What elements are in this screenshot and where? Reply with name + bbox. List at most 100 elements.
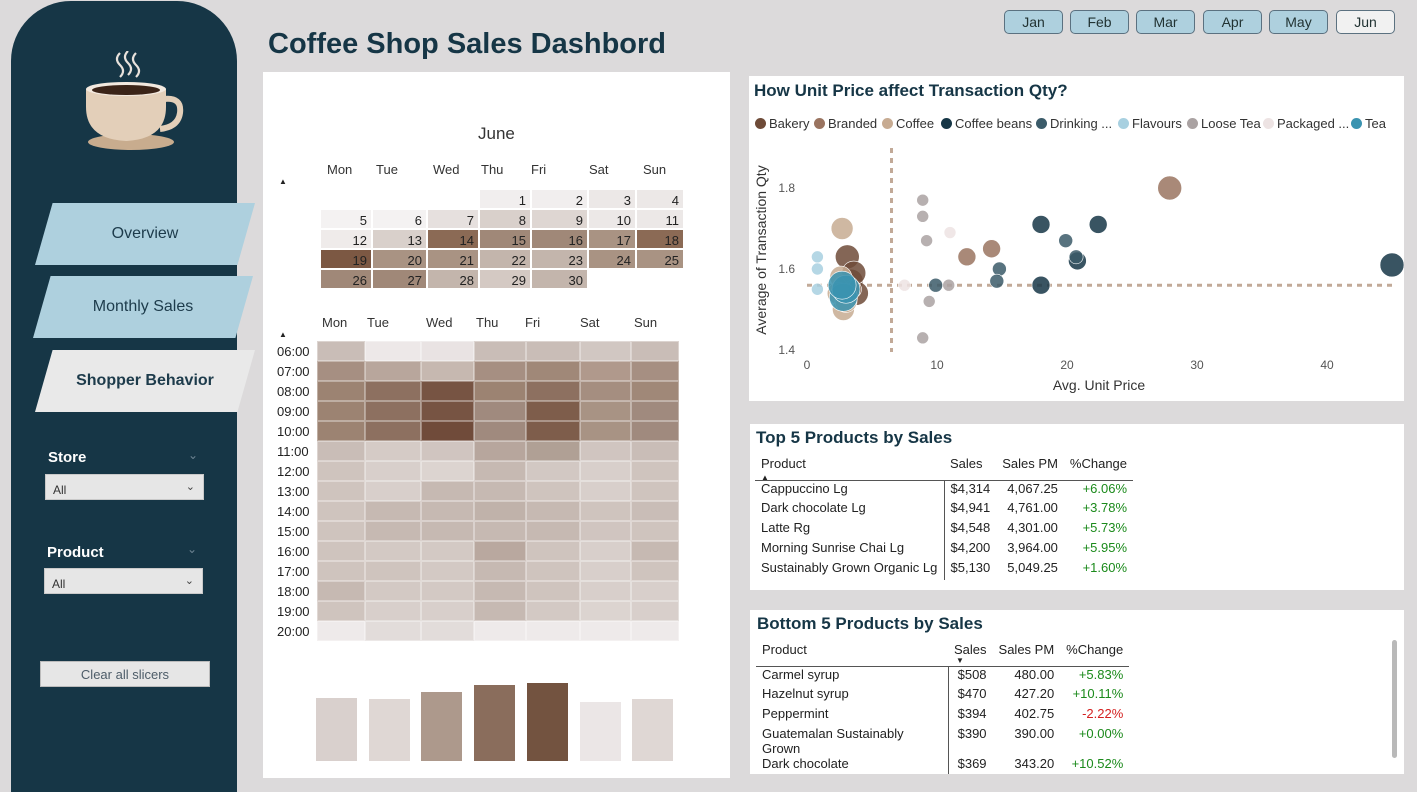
heatmap-cell[interactable] (365, 481, 421, 501)
calendar-day-cell[interactable]: 23 (531, 249, 588, 269)
calendar-day-cell[interactable]: 27 (372, 269, 427, 289)
table-row[interactable]: Sustainably Grown Organic Lg $5,130 5,049.… (755, 560, 1133, 580)
heatmap-cell[interactable] (526, 581, 580, 601)
nav-monthly-sales-button[interactable]: Monthly Sales (33, 276, 253, 338)
calendar-day-cell[interactable]: 24 (588, 249, 636, 269)
scatter-point[interactable] (1031, 275, 1051, 295)
heatmap-cell[interactable] (526, 381, 580, 401)
heatmap-cell[interactable] (526, 341, 580, 361)
legend-item[interactable]: Coffee beans (941, 116, 1032, 131)
month-button-jun[interactable]: Jun (1336, 10, 1395, 34)
heatmap-cell[interactable] (580, 601, 631, 621)
heatmap-cell[interactable] (317, 561, 365, 581)
heatmap-cell[interactable] (580, 581, 631, 601)
scatter-point[interactable] (922, 295, 936, 308)
month-button-mar[interactable]: Mar (1136, 10, 1195, 34)
heatmap-cell[interactable] (631, 501, 679, 521)
heatmap-cell[interactable] (631, 361, 679, 381)
heatmap-cell[interactable] (474, 461, 526, 481)
heatmap-cell[interactable] (421, 421, 474, 441)
scatter-point[interactable] (811, 282, 824, 296)
calendar-day-cell[interactable]: 30 (531, 269, 588, 289)
legend-item[interactable]: Bakery (755, 116, 809, 131)
calendar-day-cell[interactable]: 22 (479, 249, 531, 269)
nav-shopper-behavior-button[interactable]: Shopper Behavior (35, 350, 255, 412)
scatter-point[interactable] (811, 250, 824, 264)
heatmap-cell[interactable] (526, 441, 580, 461)
heatmap-cell[interactable] (526, 541, 580, 561)
scatter-point[interactable] (989, 273, 1005, 289)
calendar-day-cell[interactable]: 4 (636, 189, 684, 209)
heatmap-cell[interactable] (365, 561, 421, 581)
heatmap-cell[interactable] (474, 601, 526, 621)
calendar-day-cell[interactable]: 11 (636, 209, 684, 229)
heatmap-cell[interactable] (365, 501, 421, 521)
weekday-bar[interactable] (316, 698, 357, 761)
heatmap-cell[interactable] (631, 621, 679, 641)
calendar-day-cell[interactable]: 17 (588, 229, 636, 249)
table-row[interactable]: Guatemalan Sustainably Grown $390 390.00 +0… (756, 726, 1129, 756)
heatmap-cell[interactable] (317, 381, 365, 401)
sort-up-icon[interactable]: ▲ (279, 330, 287, 339)
calendar-day-cell[interactable]: 18 (636, 229, 684, 249)
scatter-point[interactable] (898, 278, 911, 292)
heatmap-cell[interactable] (526, 421, 580, 441)
calendar-day-cell[interactable]: 21 (427, 249, 479, 269)
heatmap-cell[interactable] (474, 381, 526, 401)
scatter-point[interactable] (942, 278, 955, 292)
heatmap-cell[interactable] (317, 461, 365, 481)
calendar-day-cell[interactable]: 1 (479, 189, 531, 209)
month-button-apr[interactable]: Apr (1203, 10, 1262, 34)
scatter-point[interactable] (827, 270, 857, 300)
column-header-change[interactable]: %Change (1060, 642, 1129, 666)
column-header-sales[interactable]: Sales (944, 456, 996, 480)
scatter-point[interactable] (920, 234, 933, 247)
product-dropdown[interactable]: All ⌄ (44, 568, 203, 594)
heatmap-cell[interactable] (365, 441, 421, 461)
heatmap-cell[interactable] (526, 601, 580, 621)
heatmap-cell[interactable] (317, 541, 365, 561)
heatmap-cell[interactable] (580, 481, 631, 501)
heatmap-cell[interactable] (421, 461, 474, 481)
scatter-point[interactable] (811, 262, 824, 276)
heatmap-cell[interactable] (421, 581, 474, 601)
heatmap-cell[interactable] (580, 561, 631, 581)
heatmap-cell[interactable] (474, 501, 526, 521)
heatmap-cell[interactable] (421, 501, 474, 521)
heatmap-cell[interactable] (317, 601, 365, 621)
heatmap-cell[interactable] (365, 601, 421, 621)
calendar-day-cell[interactable]: 3 (588, 189, 636, 209)
heatmap-cell[interactable] (421, 401, 474, 421)
calendar-day-cell[interactable]: 12 (320, 229, 372, 249)
calendar-day-cell[interactable]: 8 (479, 209, 531, 229)
heatmap-cell[interactable] (474, 401, 526, 421)
heatmap-cell[interactable] (421, 441, 474, 461)
sort-up-icon[interactable]: ▲ (761, 473, 769, 482)
calendar-day-cell[interactable]: 16 (531, 229, 588, 249)
heatmap-cell[interactable] (421, 621, 474, 641)
heatmap-cell[interactable] (365, 621, 421, 641)
column-header-sales-pm[interactable]: Sales PM (996, 456, 1064, 480)
heatmap-cell[interactable] (580, 441, 631, 461)
scatter-point[interactable] (916, 331, 929, 345)
heatmap-cell[interactable] (421, 341, 474, 361)
heatmap-cell[interactable] (474, 421, 526, 441)
scatter-point[interactable] (957, 247, 977, 267)
table-row[interactable]: Hazelnut syrup $470 427.20 +10.11% (756, 686, 1129, 706)
month-button-feb[interactable]: Feb (1070, 10, 1129, 34)
heatmap-cell[interactable] (317, 481, 365, 501)
column-header-change[interactable]: %Change (1064, 456, 1133, 480)
heatmap-cell[interactable] (365, 461, 421, 481)
sort-down-icon[interactable]: ▼ (956, 656, 964, 665)
heatmap-cell[interactable] (317, 421, 365, 441)
calendar-day-cell[interactable]: 20 (372, 249, 427, 269)
calendar-day-cell[interactable]: 29 (479, 269, 531, 289)
table-row[interactable]: Latte Rg $4,548 4,301.00 +5.73% (755, 520, 1133, 540)
scatter-point[interactable] (830, 217, 854, 240)
clear-slicers-button[interactable]: Clear all slicers (40, 661, 210, 687)
legend-item[interactable]: Flavours (1118, 116, 1182, 131)
heatmap-cell[interactable] (526, 501, 580, 521)
scatter-point[interactable] (916, 193, 929, 207)
heatmap-cell[interactable] (317, 361, 365, 381)
heatmap-cell[interactable] (631, 541, 679, 561)
